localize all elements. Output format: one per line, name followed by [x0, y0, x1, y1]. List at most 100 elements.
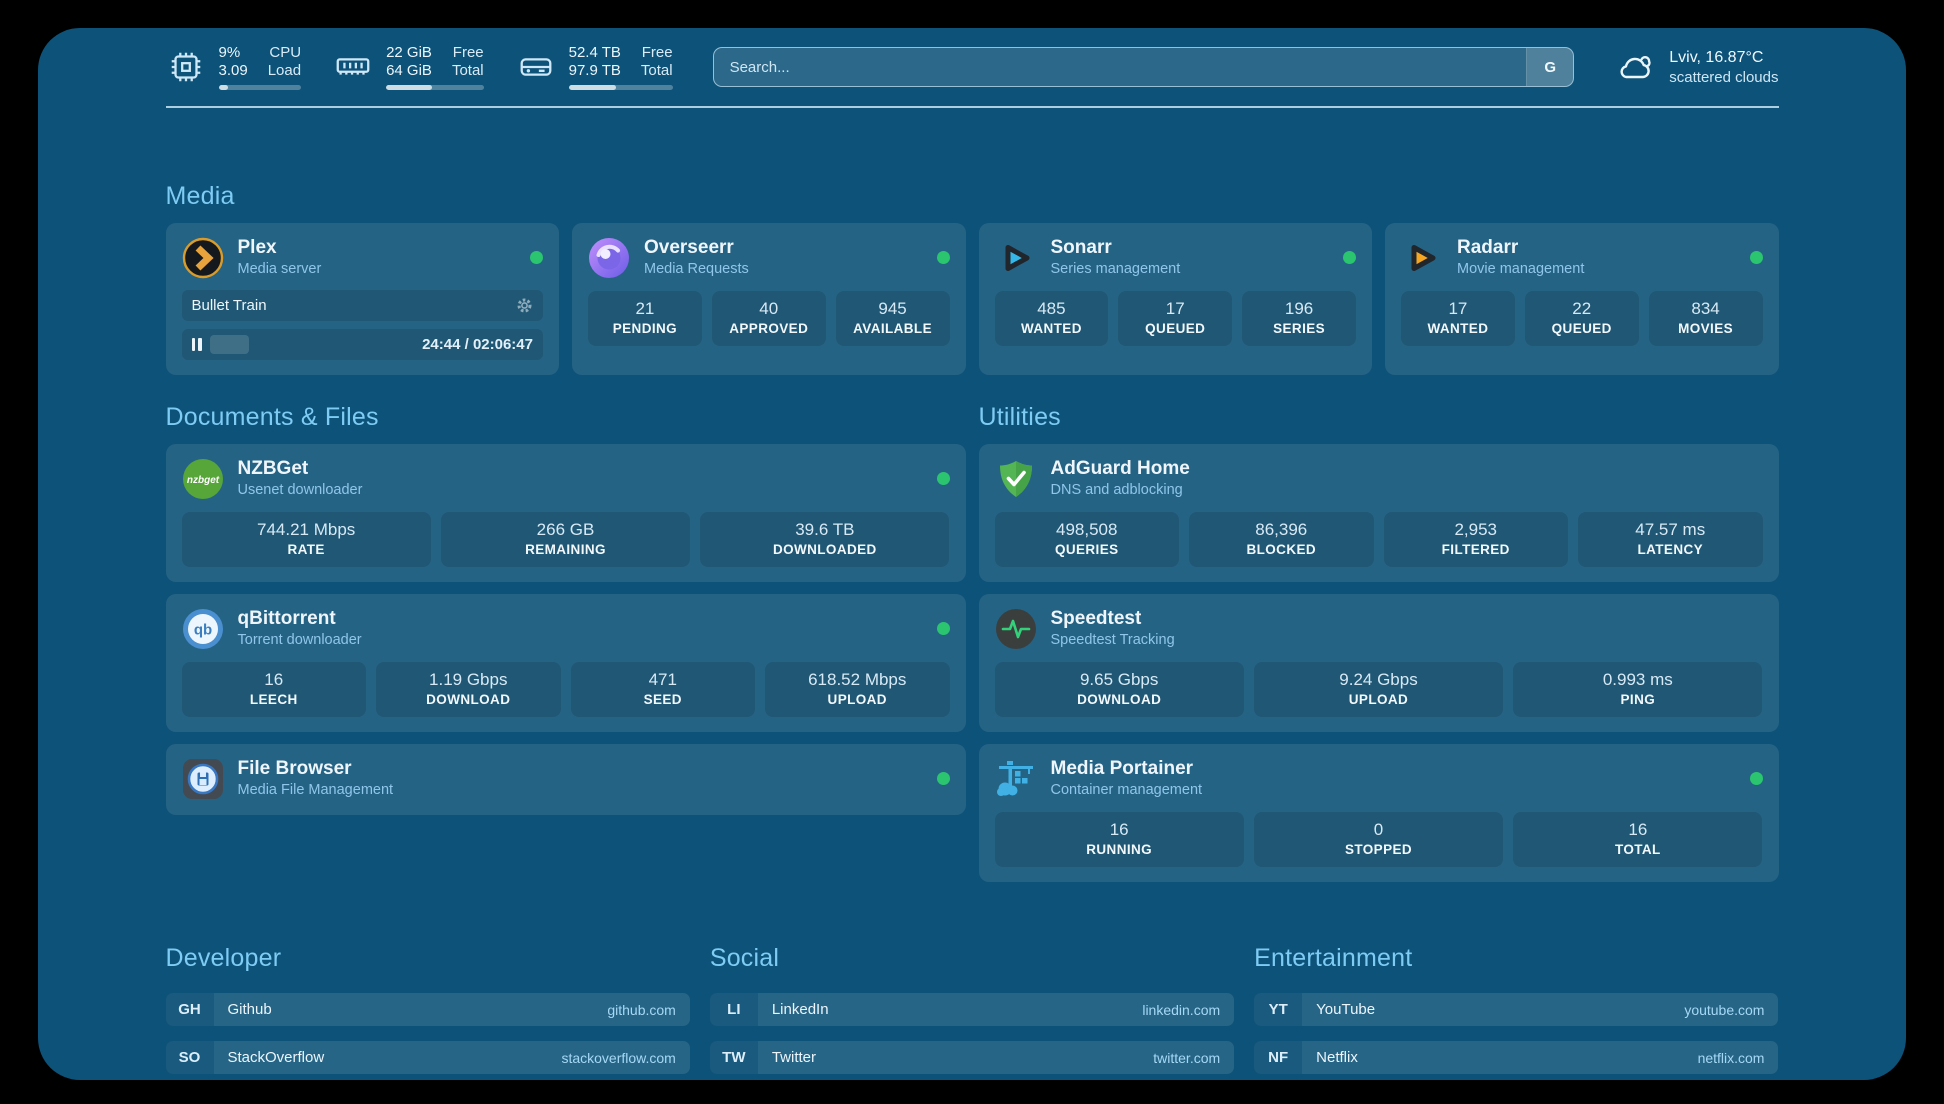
now-playing-title: Bullet Train: [192, 297, 267, 314]
stat-blocked: 86,396 BLOCKED: [1189, 512, 1374, 567]
bookmark-github[interactable]: GH Github github.com: [166, 993, 690, 1026]
stat-queued: 17 QUEUED: [1118, 291, 1232, 346]
status-dot: [1750, 772, 1763, 785]
memory-icon: [333, 47, 373, 87]
status-dot: [937, 622, 950, 635]
disk-progress-bar: [569, 85, 673, 90]
memory-widget: 22 GiB 64 GiB Free Total: [333, 44, 484, 90]
playback-progress-bar[interactable]: [210, 335, 413, 354]
stat-approved: 40 APPROVED: [712, 291, 826, 346]
stat-download: 9.65 Gbps DOWNLOAD: [995, 662, 1244, 717]
settings-gear-icon[interactable]: [516, 297, 533, 314]
bookmark-twitter[interactable]: TW Twitter twitter.com: [710, 1041, 1234, 1074]
status-dot: [937, 251, 950, 264]
weather-widget: Lviv, 16.87°C scattered clouds: [1614, 46, 1778, 88]
stat-available: 945 AVAILABLE: [836, 291, 950, 346]
radarr-title: Radarr: [1457, 236, 1584, 260]
nzbget-title: NZBGet: [238, 457, 363, 481]
qbittorrent-title: qBittorrent: [238, 607, 362, 631]
playback-time: 24:44 / 02:06:47: [422, 336, 533, 353]
overseerr-subtitle: Media Requests: [644, 260, 749, 279]
search-bar: G: [713, 47, 1575, 87]
stat-seed: 471 SEED: [571, 662, 756, 717]
disk-free-value: 52.4 TB: [569, 44, 621, 62]
load-label: Load: [268, 62, 301, 80]
portainer-title: Media Portainer: [1051, 757, 1203, 781]
cpu-label: CPU: [268, 44, 301, 62]
bookmark-youtube[interactable]: YT YouTube youtube.com: [1254, 993, 1778, 1026]
filebrowser-icon: [182, 758, 224, 800]
section-documents: Documents & Files nzbget NZBGet Usenet d…: [166, 403, 966, 815]
cpu-widget: 9% 3.09 CPU Load: [166, 44, 302, 90]
card-speedtest[interactable]: Speedtest Speedtest Tracking 9.65 Gbps D…: [979, 594, 1779, 732]
pause-icon[interactable]: [192, 338, 202, 351]
card-adguard[interactable]: AdGuard Home DNS and adblocking 498,508 …: [979, 444, 1779, 582]
card-qbittorrent[interactable]: qb qBittorrent Torrent downloader 16: [166, 594, 966, 732]
section-utilities: Utilities AdGuard Home DNS: [979, 403, 1779, 882]
card-nzbget[interactable]: nzbget NZBGet Usenet downloader 744.21 M…: [166, 444, 966, 582]
status-dot: [937, 772, 950, 785]
stat-stopped: 0 STOPPED: [1254, 812, 1503, 867]
bookmark-stackoverflow[interactable]: SO StackOverflow stackoverflow.com: [166, 1041, 690, 1074]
stat-leech: 16 LEECH: [182, 662, 367, 717]
memory-total-value: 64 GiB: [386, 62, 432, 80]
card-radarr[interactable]: Radarr Movie management 17 WANTED 22 QUE…: [1385, 223, 1779, 375]
card-overseerr[interactable]: Overseerr Media Requests 21 PENDING 40 A…: [572, 223, 966, 375]
memory-total-label: Total: [452, 62, 484, 80]
stat-rate: 744.21 Mbps RATE: [182, 512, 431, 567]
filebrowser-title: File Browser: [238, 757, 394, 781]
portainer-subtitle: Container management: [1051, 781, 1203, 800]
stat-upload: 9.24 Gbps UPLOAD: [1254, 662, 1503, 717]
card-sonarr[interactable]: Sonarr Series management 485 WANTED 17 Q…: [979, 223, 1373, 375]
resource-widgets: 9% 3.09 CPU Load: [166, 44, 673, 90]
status-dot: [937, 472, 950, 485]
entertainment-heading: Entertainment: [1254, 944, 1778, 973]
card-portainer[interactable]: Media Portainer Container management 16 …: [979, 744, 1779, 882]
cpu-progress-bar: [219, 85, 302, 90]
disk-icon: [516, 47, 556, 87]
stat-running: 16 RUNNING: [995, 812, 1244, 867]
sonarr-icon: [995, 237, 1037, 279]
nzbget-subtitle: Usenet downloader: [238, 481, 363, 500]
overseerr-title: Overseerr: [644, 236, 749, 260]
adguard-title: AdGuard Home: [1051, 457, 1190, 481]
developer-heading: Developer: [166, 944, 690, 973]
weather-condition: scattered clouds: [1669, 68, 1778, 87]
filebrowser-subtitle: Media File Management: [238, 781, 394, 800]
radarr-subtitle: Movie management: [1457, 260, 1584, 279]
bookmark-group-social: Social LI LinkedIn linkedin.com TW Twitt…: [710, 944, 1234, 1080]
stat-wanted: 485 WANTED: [995, 291, 1109, 346]
search-input[interactable]: [714, 48, 1527, 86]
disk-total-label: Total: [641, 62, 673, 80]
nzbget-icon: nzbget: [182, 458, 224, 500]
adguard-icon: [995, 458, 1037, 500]
disk-widget: 52.4 TB 97.9 TB Free Total: [516, 44, 673, 90]
sonarr-subtitle: Series management: [1051, 260, 1181, 279]
stat-queued: 22 QUEUED: [1525, 291, 1639, 346]
bookmark-linkedin[interactable]: LI LinkedIn linkedin.com: [710, 993, 1234, 1026]
speedtest-subtitle: Speedtest Tracking: [1051, 631, 1175, 650]
memory-free-label: Free: [452, 44, 484, 62]
search-provider-button[interactable]: G: [1526, 48, 1573, 86]
stat-downloaded: 39.6 TB DOWNLOADED: [700, 512, 949, 567]
top-bar: 9% 3.09 CPU Load: [166, 28, 1779, 90]
stat-download: 1.19 Gbps DOWNLOAD: [376, 662, 561, 717]
now-playing-row: Bullet Train: [182, 290, 544, 321]
section-media: Media Plex Media server: [166, 182, 1779, 375]
adguard-subtitle: DNS and adblocking: [1051, 481, 1190, 500]
memory-progress-bar: [386, 85, 484, 90]
bookmarks-section: Developer GH Github github.com SO StackO…: [166, 944, 1779, 1080]
card-plex[interactable]: Plex Media server Bullet Train: [166, 223, 560, 375]
card-filebrowser[interactable]: File Browser Media File Management: [166, 744, 966, 815]
status-dot: [530, 251, 543, 264]
bookmark-netflix[interactable]: NF Netflix netflix.com: [1254, 1041, 1778, 1074]
disk-total-value: 97.9 TB: [569, 62, 621, 80]
qbittorrent-icon: qb: [182, 608, 224, 650]
bookmark-group-developer: Developer GH Github github.com SO StackO…: [166, 944, 690, 1080]
svg-text:qb: qb: [193, 621, 211, 638]
cloud-icon: [1614, 46, 1656, 88]
stat-series: 196 SERIES: [1242, 291, 1356, 346]
stat-pending: 21 PENDING: [588, 291, 702, 346]
overseerr-icon: [588, 237, 630, 279]
qbittorrent-subtitle: Torrent downloader: [238, 631, 362, 650]
